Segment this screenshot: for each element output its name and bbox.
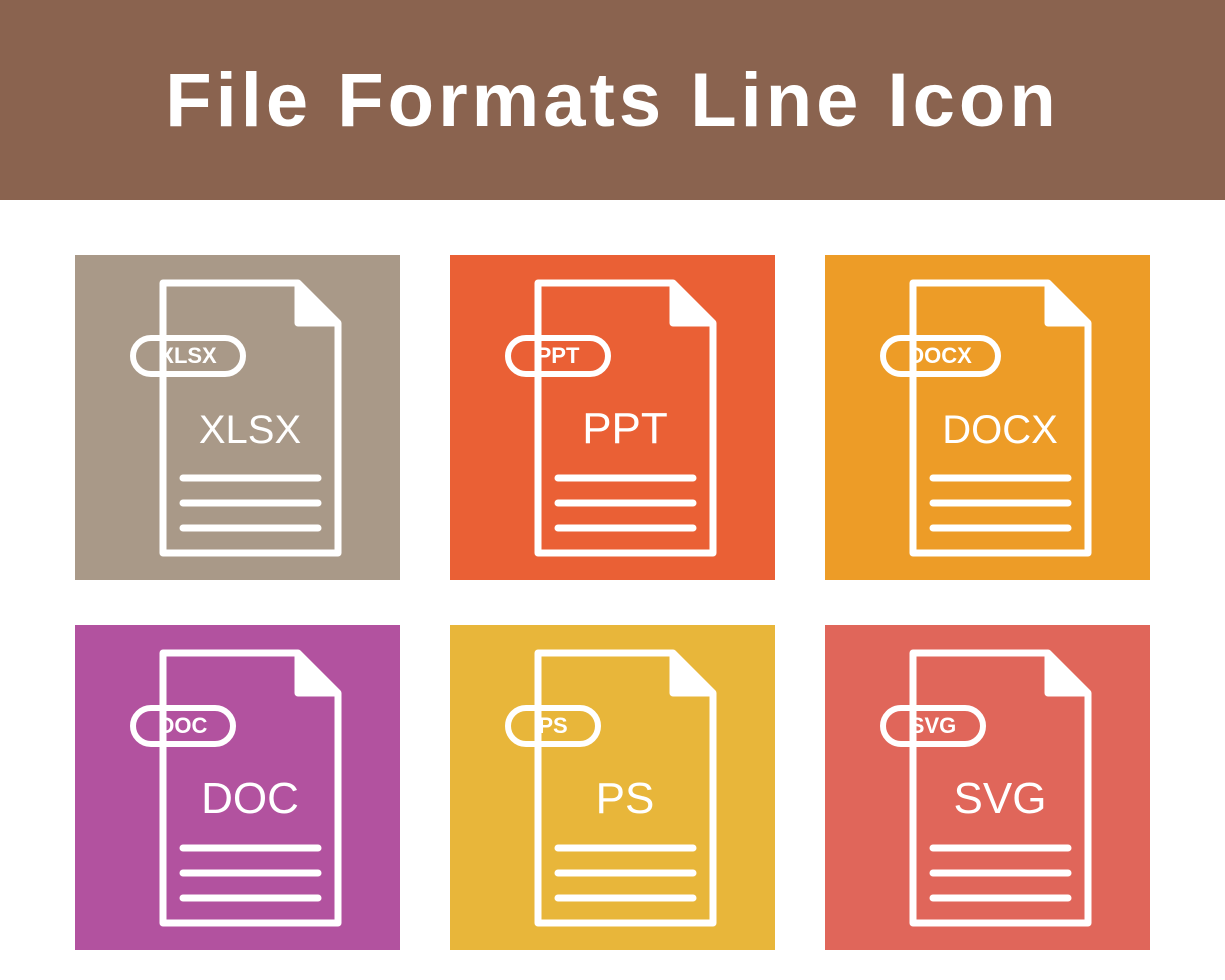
tile-svg: SVG SVG — [825, 625, 1150, 950]
page-title: File Formats Line Icon — [165, 57, 1060, 144]
tile-ps: PS PS — [450, 625, 775, 950]
file-tag-label: PPT — [536, 343, 579, 368]
file-center-label: DOCX — [942, 408, 1058, 452]
file-center-label: XLSX — [198, 408, 300, 452]
tile-doc: DOC DOC — [75, 625, 400, 950]
file-docx-icon: DOCX DOCX — [878, 278, 1098, 558]
icon-grid: XLSX XLSX PPT PPT DOCX DOCX — [0, 200, 1225, 950]
file-svg-icon: SVG SVG — [878, 648, 1098, 928]
header-banner: File Formats Line Icon — [0, 0, 1225, 200]
file-center-label: DOC — [201, 774, 299, 823]
file-xlsx-icon: XLSX XLSX — [128, 278, 348, 558]
file-center-label: SVG — [953, 774, 1046, 823]
file-tag-label: PS — [538, 713, 567, 738]
file-ppt-icon: PPT PPT — [503, 278, 723, 558]
tile-docx: DOCX DOCX — [825, 255, 1150, 580]
file-tag-label: DOCX — [908, 343, 972, 368]
file-doc-icon: DOC DOC — [128, 648, 348, 928]
tile-xlsx: XLSX XLSX — [75, 255, 400, 580]
file-center-label: PPT — [582, 404, 668, 453]
file-tag-label: XLSX — [159, 343, 217, 368]
tile-ppt: PPT PPT — [450, 255, 775, 580]
file-ps-icon: PS PS — [503, 648, 723, 928]
file-tag-label: SVG — [909, 713, 955, 738]
file-center-label: PS — [595, 774, 654, 823]
file-tag-label: DOC — [158, 713, 207, 738]
